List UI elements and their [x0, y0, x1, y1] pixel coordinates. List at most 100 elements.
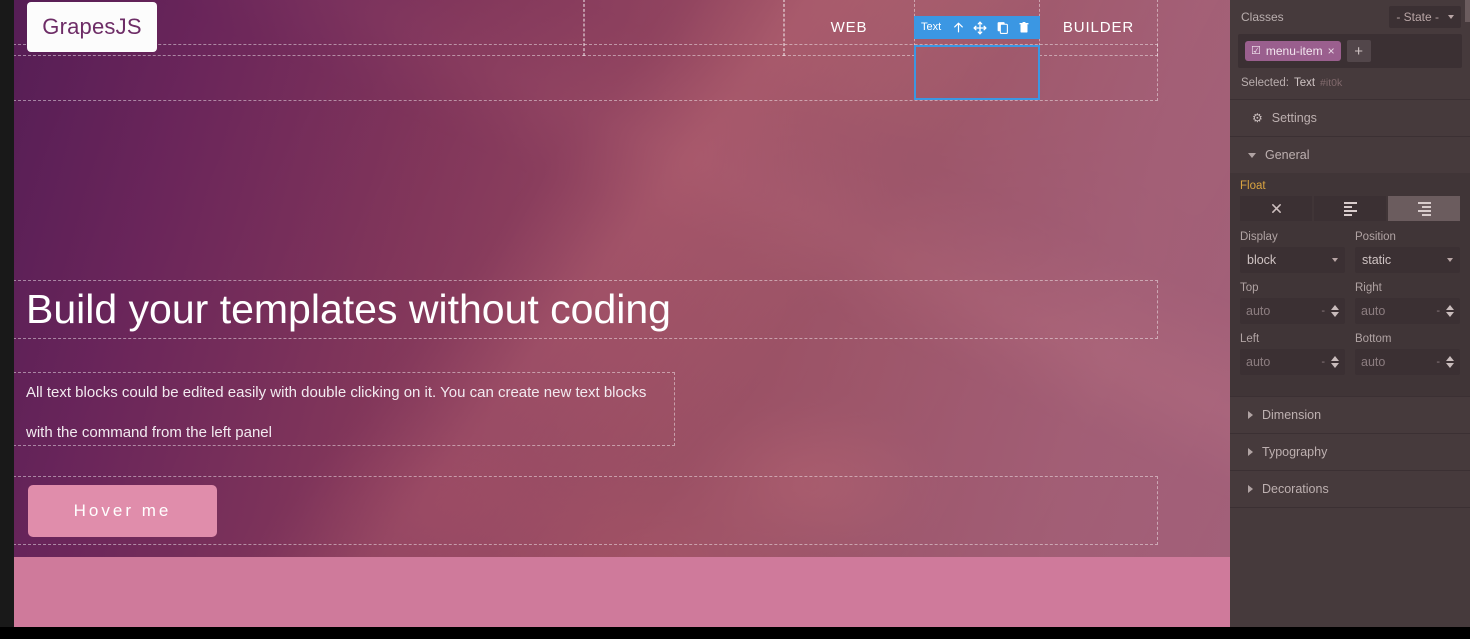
align-right-icon [1417, 201, 1431, 216]
left-input[interactable]: auto - [1240, 349, 1345, 375]
float-button-group [1240, 196, 1460, 221]
component-toolbar-label: Text [921, 21, 942, 33]
top-property: Top auto - [1240, 282, 1345, 324]
style-manager-panel: Classes - State - ☑ menu-item × + Select… [1230, 0, 1470, 627]
sector-decorations-header[interactable]: Decorations [1230, 471, 1470, 507]
gear-icon: ⚙ [1252, 111, 1263, 125]
sector-general-header[interactable]: General [1230, 137, 1470, 173]
position-property: Position static [1355, 231, 1460, 273]
right-property: Right auto - [1355, 282, 1460, 324]
close-icon[interactable]: × [1328, 45, 1335, 57]
float-label: Float [1240, 180, 1266, 192]
sector-typography-header[interactable]: Typography [1230, 434, 1470, 470]
right-value: auto [1361, 304, 1386, 318]
right-unit[interactable]: - [1436, 305, 1440, 317]
menu-item-web[interactable]: WEB [784, 0, 914, 55]
checkbox-icon[interactable]: ☑ [1251, 45, 1261, 57]
top-stepper[interactable] [1329, 305, 1339, 317]
hero-headline[interactable]: Build your templates without coding [14, 281, 1157, 338]
float-none-button[interactable] [1240, 196, 1312, 221]
sector-general-label: General [1265, 148, 1310, 162]
top-value: auto [1246, 304, 1271, 318]
sector-typography: Typography [1230, 434, 1470, 471]
hero-paragraph[interactable]: All text blocks could be edited easily w… [14, 373, 674, 453]
display-position-row: Display block Position static [1240, 231, 1460, 273]
selected-component-id: #it0k [1320, 77, 1343, 89]
panel-scrollbar[interactable] [1465, 0, 1470, 627]
chevron-down-icon [1332, 258, 1338, 262]
selected-prefix: Selected: [1241, 77, 1289, 89]
float-left-button[interactable] [1314, 196, 1386, 221]
logo[interactable]: GrapesJS [27, 2, 157, 52]
bottom-edge [0, 627, 1470, 639]
sector-general-body: Float Display block Position static Top … [1230, 173, 1470, 396]
right-stepper[interactable] [1444, 305, 1454, 317]
chevron-right-icon [1248, 411, 1253, 419]
display-label: Display [1240, 231, 1278, 243]
sector-settings: ⚙ Settings [1230, 100, 1470, 137]
chevron-right-icon [1248, 485, 1253, 493]
bottom-input[interactable]: auto - [1355, 349, 1460, 375]
align-left-icon [1343, 201, 1357, 216]
top-input[interactable]: auto - [1240, 298, 1345, 324]
bottom-value: auto [1361, 355, 1386, 369]
left-property: Left auto - [1240, 333, 1345, 375]
left-label: Left [1240, 333, 1260, 345]
chevron-down-icon [1448, 15, 1454, 19]
left-value: auto [1246, 355, 1271, 369]
classes-header: Classes - State - [1230, 0, 1470, 34]
top-unit[interactable]: - [1321, 305, 1325, 317]
grapesjs-editor: GrapesJS WEB TEMPLATE BUILDER Build your… [0, 0, 1470, 639]
float-right-button[interactable] [1388, 196, 1460, 221]
class-tag-label: menu-item [1265, 44, 1323, 58]
component-toolbar[interactable]: Text [914, 16, 1041, 39]
bottom-unit[interactable]: - [1436, 356, 1440, 368]
classes-title: Classes [1241, 10, 1284, 24]
add-class-button[interactable]: + [1346, 40, 1371, 62]
right-input[interactable]: auto - [1355, 298, 1460, 324]
move-icon[interactable] [970, 16, 990, 39]
sector-dimension-label: Dimension [1262, 408, 1322, 422]
trash-icon[interactable] [1014, 16, 1034, 39]
top-label: Top [1240, 282, 1259, 294]
class-tags-container: ☑ menu-item × + [1238, 34, 1462, 68]
state-dropdown-value: - State - [1396, 10, 1439, 24]
right-label: Right [1355, 282, 1382, 294]
position-label: Position [1355, 231, 1396, 243]
hero-content: GrapesJS WEB TEMPLATE BUILDER Build your… [14, 0, 1230, 627]
hover-me-button[interactable]: Hover me [28, 485, 217, 537]
chevron-down-icon [1447, 258, 1453, 262]
left-stepper[interactable] [1329, 356, 1339, 368]
select-parent-icon[interactable] [948, 16, 968, 39]
chevron-down-icon [1248, 152, 1256, 158]
hero-section[interactable]: GrapesJS WEB TEMPLATE BUILDER Build your… [14, 0, 1230, 627]
selected-component-name: Text [1293, 77, 1316, 89]
position-select[interactable]: static [1355, 247, 1460, 273]
copy-icon[interactable] [992, 16, 1012, 39]
sector-typography-label: Typography [1262, 445, 1328, 459]
sector-decorations-label: Decorations [1262, 482, 1329, 496]
top-right-row: Top auto - Right auto - [1240, 282, 1460, 324]
sector-settings-label: Settings [1271, 111, 1317, 125]
position-value: static [1362, 253, 1392, 267]
state-dropdown[interactable]: - State - [1389, 6, 1461, 28]
display-property: Display block [1240, 231, 1345, 273]
sector-decorations: Decorations [1230, 471, 1470, 508]
left-unit[interactable]: - [1321, 356, 1325, 368]
menu-spacer-outline [583, 0, 785, 56]
sector-dimension: Dimension [1230, 397, 1470, 434]
bottom-stepper[interactable] [1444, 356, 1454, 368]
selected-component-info: Selected: Text #it0k [1230, 68, 1470, 100]
menu-item-builder[interactable]: BUILDER [1040, 0, 1157, 55]
sector-settings-header[interactable]: ⚙ Settings [1230, 100, 1470, 136]
left-bottom-row: Left auto - Bottom auto - [1240, 333, 1460, 375]
class-tag-menu-item[interactable]: ☑ menu-item × [1245, 41, 1341, 61]
sector-dimension-header[interactable]: Dimension [1230, 397, 1470, 433]
canvas-left-gutter [0, 0, 14, 627]
display-select[interactable]: block [1240, 247, 1345, 273]
display-value: block [1247, 253, 1277, 267]
bottom-property: Bottom auto - [1355, 333, 1460, 375]
panel-scrollbar-thumb[interactable] [1465, 0, 1470, 22]
bottom-label: Bottom [1355, 333, 1392, 345]
canvas-frame[interactable]: GrapesJS WEB TEMPLATE BUILDER Build your… [14, 0, 1230, 627]
